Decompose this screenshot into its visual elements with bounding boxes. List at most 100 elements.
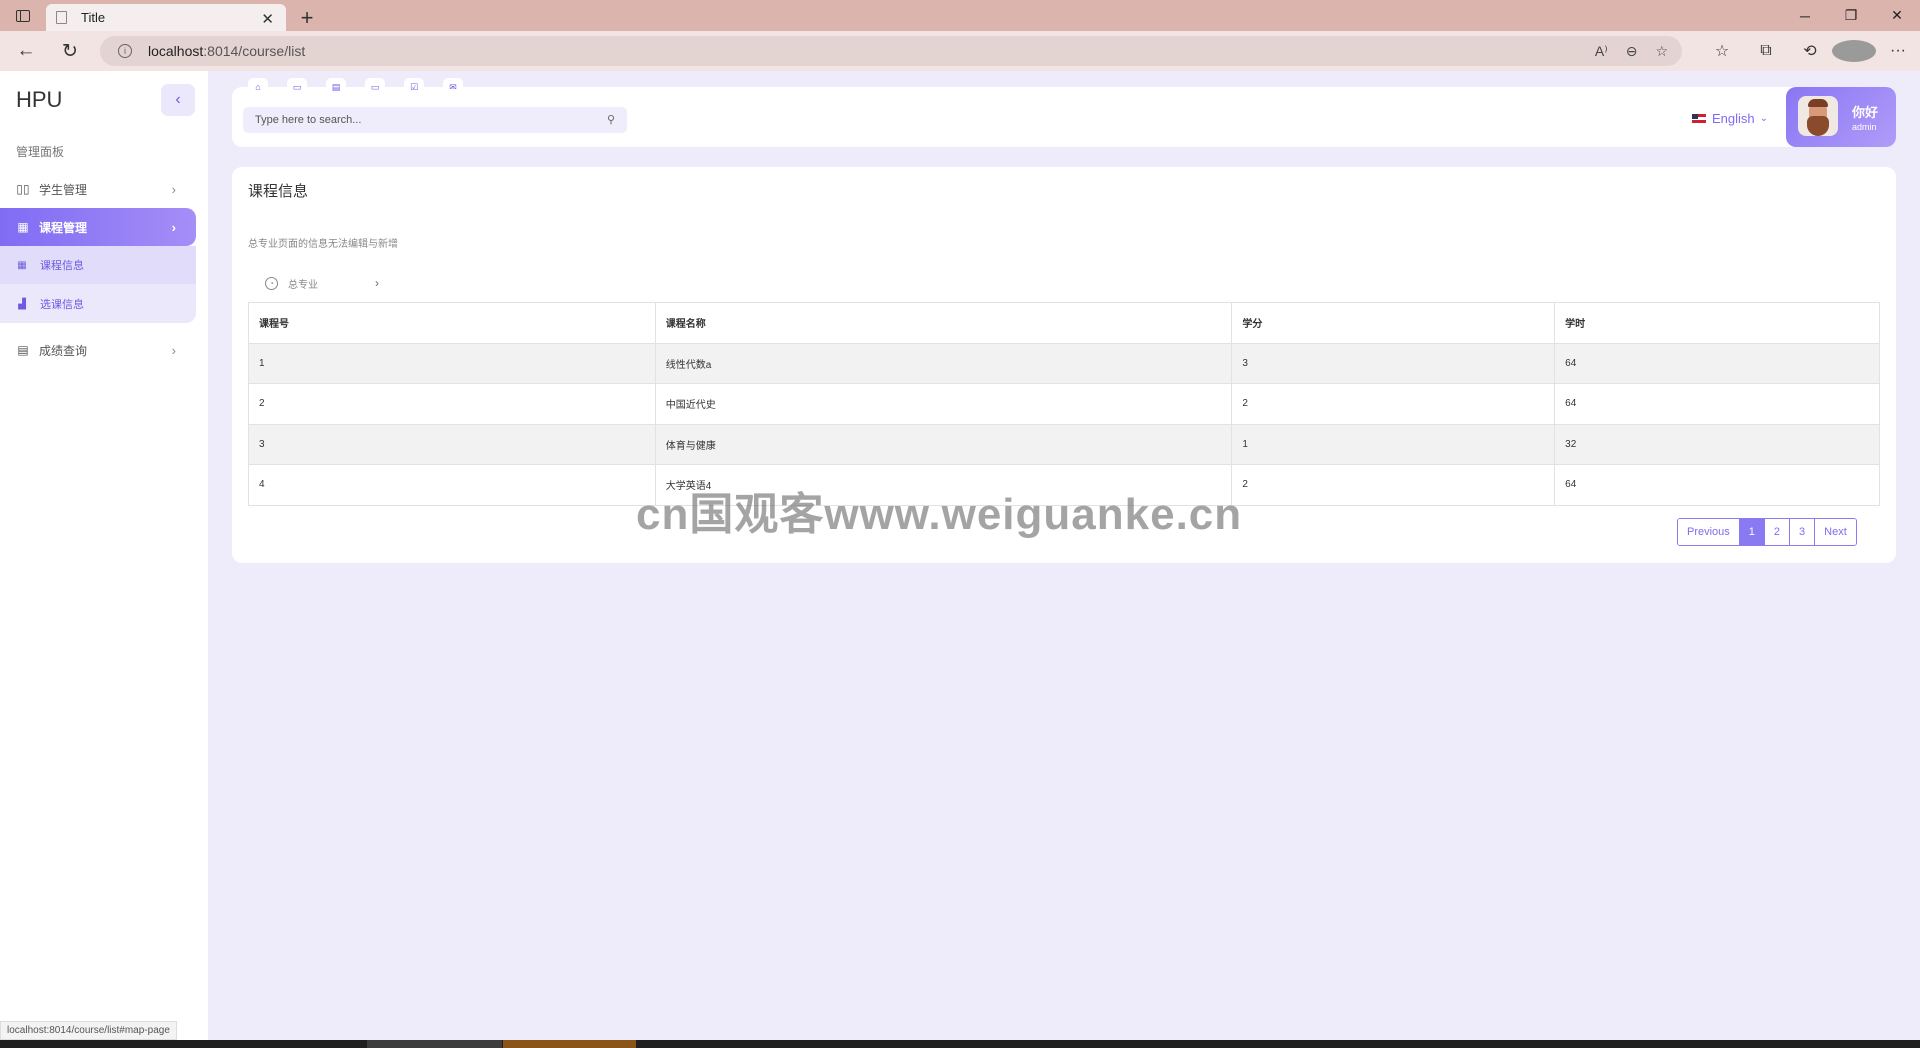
course-table: 课程号 课程名称 学分 学时 1 线性代数a 3 64 2 中国近代史 2 64… [248, 302, 1880, 506]
zoom-out-icon[interactable]: ⊖ [1626, 43, 1638, 60]
more-icon[interactable]: ··· [1876, 42, 1920, 60]
read-aloud-icon[interactable]: A⁾ [1595, 43, 1608, 60]
info-note: 总专业页面的信息无法编辑与新增 [248, 239, 398, 250]
tab-close-icon[interactable]: ✕ [261, 10, 274, 28]
menu-heading: 管理面板 [16, 145, 65, 159]
search-box: ⚲ [243, 107, 627, 133]
address-bar: ← ↻ i localhost:8014/course/list A⁾ ⊖ ☆ … [0, 31, 1920, 71]
new-tab-button[interactable]: + [292, 4, 322, 31]
window-controls: ─ ❐ ✕ [1782, 0, 1920, 31]
submenu-item-selection-info[interactable]: ▟ 选课信息 [0, 285, 196, 323]
message-icon[interactable]: ▭ [287, 78, 307, 96]
table-cell: 4 [248, 464, 656, 506]
table-cell: 64 [1554, 464, 1880, 506]
sidebar-item-label: 成绩查询 [39, 343, 88, 358]
user-circle-icon: ◔ [265, 276, 278, 290]
mail-icon[interactable]: ✉ [443, 78, 463, 96]
tab-actions-button[interactable] [0, 0, 46, 31]
chevron-right-icon: › [171, 342, 176, 358]
column-header: 学分 [1231, 302, 1556, 344]
breadcrumb-label: 总专业 [288, 279, 318, 291]
status-bar-url: localhost:8014/course/list#map-page [0, 1021, 177, 1040]
profile-icon[interactable] [1832, 40, 1876, 62]
back-icon[interactable]: ← [6, 31, 46, 71]
chat-icon[interactable]: ▭ [365, 78, 385, 96]
favorites-icon[interactable]: ☆ [1700, 41, 1744, 61]
quick-icon-row: ⌂ ▭ ▤ ▭ ☑ ✉ [248, 78, 463, 96]
column-header: 课程名称 [654, 302, 1233, 344]
collections-icon[interactable]: ⧉ [1744, 42, 1788, 60]
add-favorite-icon[interactable]: ☆ [1655, 43, 1668, 60]
chevron-right-icon: › [171, 181, 176, 197]
table-header-row: 课程号 课程名称 学分 学时 [248, 302, 1880, 344]
column-header: 学时 [1554, 302, 1880, 344]
url-host: localhost [148, 43, 204, 59]
page-3-button[interactable]: 3 [1790, 519, 1816, 545]
home-icon[interactable]: ⌂ [248, 78, 268, 96]
watermark: cn国观客www.weiguanke.cn [636, 490, 1243, 539]
table-icon: ▦ [17, 220, 29, 234]
table-cell: 32 [1554, 423, 1880, 465]
table-row[interactable]: 1 线性代数a 3 64 [248, 342, 1880, 384]
page-icon [56, 11, 67, 24]
search-input[interactable] [255, 114, 595, 126]
table-row[interactable]: 2 中国近代史 2 64 [248, 383, 1880, 425]
table-cell: 线性代数a [654, 342, 1233, 384]
tab-title: Title [81, 10, 106, 25]
pagination: Previous 1 2 3 Next [1677, 518, 1857, 546]
page-2-button[interactable]: 2 [1764, 519, 1791, 545]
table-cell: 体育与健康 [654, 423, 1233, 465]
table-cell: 2 [248, 383, 656, 425]
calculator-icon: ▤ [17, 343, 29, 357]
breadcrumb[interactable]: ◔ 总专业 › [265, 275, 379, 291]
page-1-button[interactable]: 1 [1739, 519, 1765, 545]
table-cell: 2 [1231, 464, 1556, 506]
history-icon[interactable]: ⟲ [1788, 41, 1832, 61]
sidebar-toggle-icon [16, 9, 30, 22]
submenu-item-course-info[interactable]: ▦ 课程信息 [0, 246, 196, 284]
browser-toolbar: ☆ ⧉ ⟲ ··· [1700, 31, 1920, 71]
taskbar-app[interactable] [367, 1040, 502, 1048]
table-cell: 1 [1231, 423, 1556, 465]
table-cell: 3 [248, 423, 656, 465]
chart-icon: ▟ [18, 298, 26, 310]
language-label: English [1712, 110, 1755, 126]
table-cell: 1 [248, 342, 656, 384]
table-icon: ▦ [17, 259, 27, 271]
sidebar-item-student-management[interactable]: ▯▯ 学生管理 › [0, 170, 196, 208]
column-header: 课程号 [248, 302, 656, 344]
sidebar-item-course-management[interactable]: ▦ 课程管理 › [0, 208, 196, 246]
document-icon[interactable]: ▤ [326, 78, 346, 96]
page-title: 课程信息 [248, 183, 309, 200]
next-page-button[interactable]: Next [1815, 519, 1856, 545]
taskbar-app[interactable] [503, 1040, 636, 1048]
table-cell: 64 [1554, 383, 1880, 425]
sidebar-item-grade-query[interactable]: ▤ 成绩查询 › [0, 331, 196, 369]
brand-logo: HPU [16, 87, 63, 112]
restore-icon[interactable]: ❐ [1828, 0, 1874, 31]
language-selector[interactable]: English ⌄ [1692, 108, 1768, 128]
us-flag-icon [1692, 113, 1706, 123]
sidebar-collapse-button[interactable]: ‹ [161, 84, 195, 116]
submenu-item-label: 课程信息 [40, 260, 84, 272]
url-field[interactable]: i localhost:8014/course/list A⁾ ⊖ ☆ [100, 36, 1682, 66]
browser-tab-bar: Title ✕ + ─ ❐ ✕ [0, 0, 1920, 31]
greeting-text: 你好 [1852, 105, 1879, 120]
minimize-icon[interactable]: ─ [1782, 0, 1828, 31]
browser-tab[interactable]: Title ✕ [46, 4, 286, 31]
sidebar-item-label: 学生管理 [39, 182, 88, 197]
chevron-right-icon: › [375, 276, 379, 290]
url-path: :8014/course/list [203, 43, 306, 59]
check-icon[interactable]: ☑ [404, 78, 424, 96]
table-cell: 3 [1231, 342, 1556, 384]
close-window-icon[interactable]: ✕ [1874, 0, 1920, 31]
search-icon[interactable]: ⚲ [607, 113, 615, 126]
submenu-item-label: 选课信息 [40, 299, 84, 311]
user-card[interactable]: 你好 admin [1786, 87, 1896, 147]
previous-page-button[interactable]: Previous [1678, 519, 1740, 545]
refresh-icon[interactable]: ↻ [50, 31, 90, 71]
info-icon[interactable]: i [118, 44, 132, 58]
course-submenu: ▦ 课程信息 ▟ 选课信息 [0, 246, 196, 323]
table-row[interactable]: 3 体育与健康 1 32 [248, 423, 1880, 465]
chevron-down-icon: ⌄ [1759, 112, 1769, 124]
